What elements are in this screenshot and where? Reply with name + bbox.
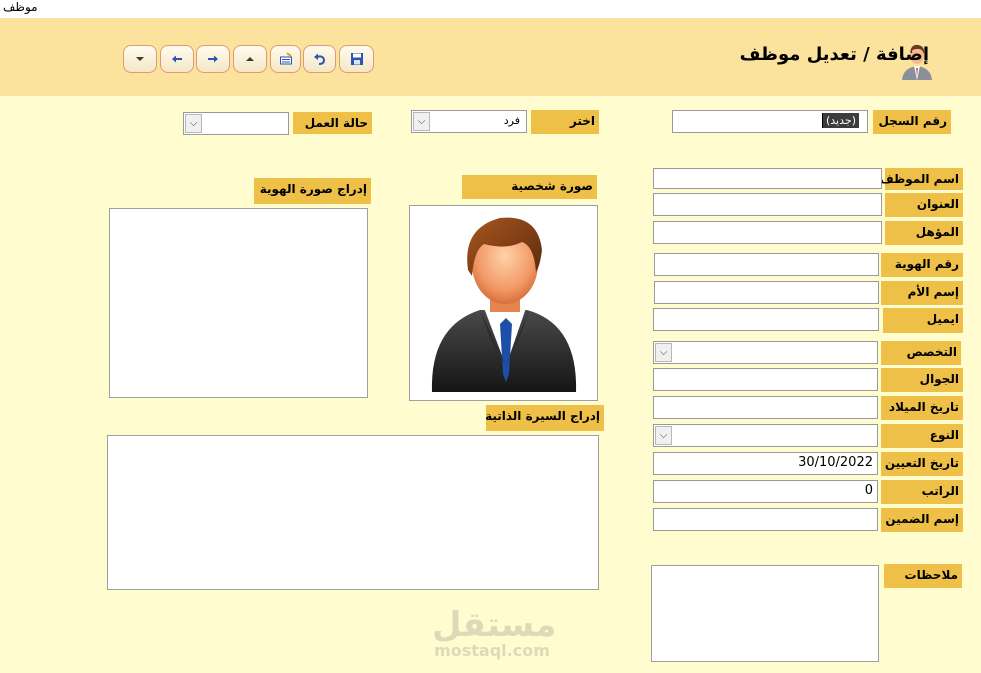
guarantor-name-field[interactable] — [653, 508, 878, 531]
email-label: ايميل — [883, 308, 963, 333]
salary-label: الراتب — [881, 480, 963, 504]
employee-name-field[interactable] — [653, 168, 882, 189]
page-title: إضافة / تعديل موظف — [739, 44, 929, 65]
previous-button[interactable] — [160, 45, 194, 73]
watermark-latin: mostaql.com — [434, 641, 550, 660]
first-record-icon — [246, 57, 254, 61]
window-titlebar: موظف — [0, 0, 981, 18]
employee-name-label: اسم الموظف — [880, 168, 963, 190]
chevron-down-icon: ⌵ — [655, 343, 672, 362]
id-image-frame[interactable] — [109, 208, 368, 398]
chevron-down-icon: ⌵ — [655, 426, 672, 445]
work-status-dropdown[interactable]: ⌵ — [183, 112, 289, 135]
edit-icon — [279, 52, 292, 65]
gender-label: النوع — [881, 424, 963, 448]
id-image-label: إدراج صورة الهوية — [254, 178, 371, 204]
chevron-down-icon: ⌵ — [185, 114, 202, 133]
address-field[interactable] — [653, 193, 882, 216]
undo-icon — [313, 53, 325, 65]
address-label: العنوان — [885, 193, 963, 217]
save-icon — [350, 53, 363, 65]
undo-button[interactable] — [303, 45, 336, 73]
specialization-label: التخصص — [881, 341, 961, 365]
record-no-label: رقم السجل — [873, 110, 951, 134]
cv-frame[interactable] — [107, 435, 599, 590]
work-status-label: حالة العمل — [293, 112, 372, 134]
id-number-label: رقم الهوية — [881, 253, 963, 277]
photo-label: صورة شخصية — [462, 175, 597, 199]
qualification-field[interactable] — [653, 221, 882, 244]
edit-button[interactable] — [270, 45, 301, 73]
save-button[interactable] — [339, 45, 374, 73]
last-record-button[interactable] — [123, 45, 157, 73]
hire-date-label: تاريخ التعيين — [881, 452, 963, 476]
guarantor-name-label: إسم الضمين — [881, 508, 963, 532]
record-no-field[interactable]: (جديد) — [672, 110, 868, 133]
watermark-arabic: مستقل — [432, 605, 557, 645]
mother-name-label: إسم الأم — [881, 281, 963, 305]
choose-value: فرد — [503, 114, 520, 127]
choose-dropdown[interactable]: ⌵ فرد — [411, 110, 527, 133]
gender-dropdown[interactable]: ⌵ — [653, 424, 878, 447]
record-no-value: (جديد) — [821, 113, 859, 128]
first-record-button[interactable] — [233, 45, 267, 73]
id-number-field[interactable] — [654, 253, 879, 276]
hire-date-field[interactable]: 30/10/2022 — [653, 452, 878, 475]
mostaql-watermark: مستقل mostaql.com — [432, 605, 557, 660]
email-field[interactable] — [653, 308, 879, 331]
photo-frame[interactable] — [409, 205, 598, 401]
chevron-down-icon: ⌵ — [413, 112, 430, 131]
notes-label: ملاحظات — [884, 564, 962, 588]
person-avatar-icon — [431, 217, 577, 392]
next-button[interactable] — [196, 45, 230, 73]
choose-label: اختر — [531, 110, 599, 134]
specialization-dropdown[interactable]: ⌵ — [653, 341, 878, 364]
birth-date-label: تاريخ الميلاد — [881, 396, 963, 420]
last-record-icon — [136, 57, 144, 61]
notes-textarea[interactable] — [651, 565, 879, 662]
salary-field[interactable]: 0 — [653, 480, 878, 503]
birth-date-field[interactable] — [653, 396, 878, 419]
cv-label: إدراج السيرة الذاتية — [485, 405, 604, 431]
mobile-label: الجوال — [881, 368, 963, 392]
mother-name-field[interactable] — [654, 281, 879, 304]
next-icon — [208, 55, 218, 63]
previous-icon — [172, 55, 182, 63]
qualification-label: المؤهل — [885, 221, 963, 245]
window-title: موظف — [3, 0, 38, 14]
mobile-field[interactable] — [653, 368, 878, 391]
